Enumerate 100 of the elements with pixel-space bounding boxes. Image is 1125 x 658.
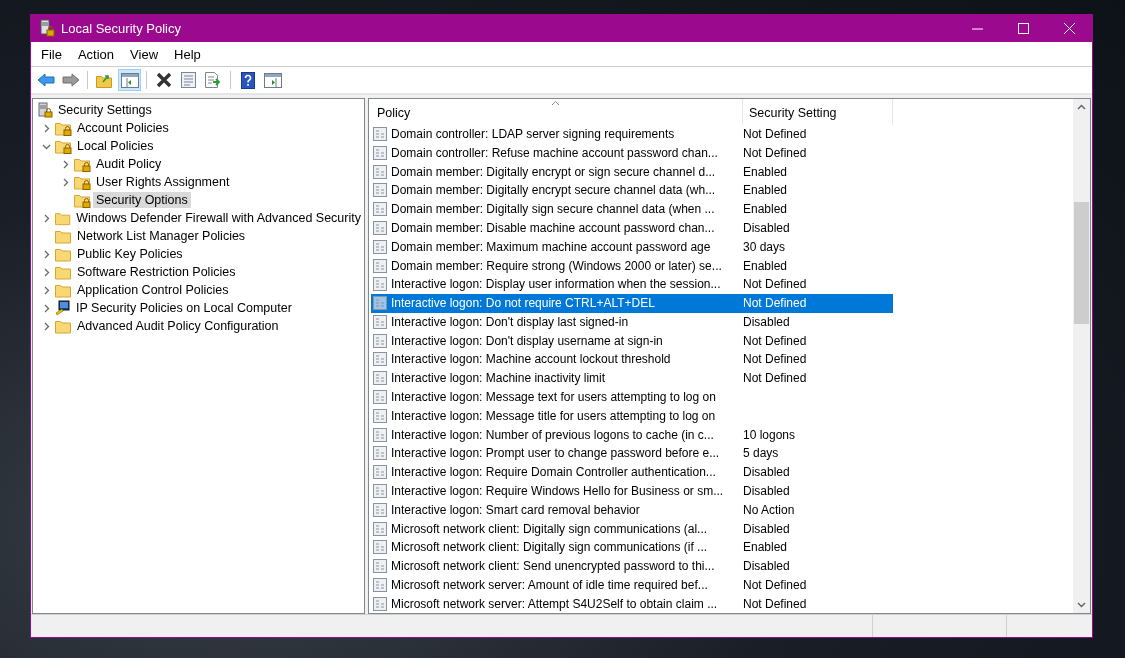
- policy-icon: [373, 408, 387, 423]
- table-row[interactable]: Domain controller: Refuse machine account password chan... Not Defined: [371, 143, 893, 163]
- policy-name: Microsoft network server: Attempt S4U2Self to obtain claim ...: [390, 596, 719, 611]
- policy-name: Domain member: Digitally sign secure channel data (when ...: [390, 202, 716, 217]
- table-row[interactable]: Domain member: Maximum machine account password age 30 days: [371, 237, 893, 257]
- security-setting: Not Defined: [742, 596, 808, 611]
- security-setting: Disabled: [742, 314, 791, 329]
- table-row[interactable]: Domain member: Digitally encrypt secure channel data (wh... Enabled: [371, 181, 893, 200]
- table-row[interactable]: Interactive logon: Require Domain Controller authentication... Disabled: [371, 462, 893, 482]
- scroll-thumb[interactable]: [1074, 202, 1089, 324]
- tree-item[interactable]: IP Security Policies on Local Computer: [73, 300, 295, 316]
- security-setting: Not Defined: [742, 127, 808, 142]
- policy-name: Microsoft network client: Digitally sign communications (if ...: [390, 540, 709, 555]
- vertical-scrollbar[interactable]: [1073, 99, 1090, 613]
- tree-item[interactable]: User Rights Assignment: [93, 174, 233, 190]
- policy-name: Domain controller: LDAP server signing requirements: [390, 127, 676, 142]
- policy-icon: [373, 446, 387, 461]
- tree-item[interactable]: Public Key Policies: [74, 246, 186, 262]
- folder-up-icon: [96, 72, 113, 88]
- properties-icon: [181, 72, 196, 88]
- table-row[interactable]: Interactive logon: Do not require CTRL+ALT+DEL Not Defined: [371, 293, 893, 313]
- security-setting: Disabled: [742, 483, 791, 498]
- tree-item[interactable]: Security Settings: [55, 102, 155, 118]
- policy-name: Interactive logon: Require Domain Controller authentication...: [390, 465, 717, 480]
- table-row[interactable]: Domain member: Digitally sign secure channel data (when ... Enabled: [371, 199, 893, 219]
- policy-icon: [373, 483, 387, 498]
- security-setting: Not Defined: [742, 333, 808, 348]
- tree-item[interactable]: Software Restriction Policies: [74, 264, 239, 280]
- policy-icon: [373, 465, 387, 480]
- policy-name: Domain member: Maximum machine account password age: [390, 239, 712, 254]
- table-row[interactable]: Interactive logon: Don't display last signed-in Disabled: [371, 312, 893, 332]
- computer-key-icon: [55, 300, 71, 316]
- table-row[interactable]: Microsoft network client: Digitally sign communications (al... Disabled: [371, 519, 893, 538]
- policy-icon: [373, 596, 387, 611]
- policy-icon: [373, 427, 387, 442]
- table-row[interactable]: Domain member: Digitally encrypt or sign secure channel d... Enabled: [371, 162, 893, 182]
- security-setting: Enabled: [742, 540, 789, 555]
- table-row[interactable]: Interactive logon: Number of previous logons to cache (in c... 10 logons: [371, 425, 893, 444]
- security-setting: Not Defined: [742, 577, 808, 592]
- table-row[interactable]: Interactive logon: Message text for users attempting to log on: [371, 387, 893, 407]
- menu-item[interactable]: Action: [69, 44, 123, 64]
- policy-name: Interactive logon: Display user information when the session...: [390, 277, 722, 292]
- menu-item[interactable]: View: [122, 44, 167, 64]
- security-setting: No Action: [742, 502, 796, 517]
- column-header[interactable]: Security Setting: [743, 99, 893, 125]
- column-header[interactable]: Policy: [371, 99, 743, 125]
- tree-item[interactable]: Advanced Audit Policy Configuration: [74, 318, 282, 334]
- policy-name: Interactive logon: Machine account lockout threshold: [390, 352, 672, 367]
- folder-lock-icon: [55, 120, 72, 136]
- menu-item[interactable]: File: [33, 44, 70, 64]
- policy-icon: [373, 296, 387, 311]
- policy-name: Domain controller: Refuse machine account password chan...: [390, 145, 719, 160]
- policy-icon: [373, 164, 387, 179]
- export-list-icon: [205, 72, 222, 88]
- table-row[interactable]: Microsoft network client: Digitally sign communications (if ... Enabled: [371, 537, 893, 557]
- tree-pane-icon: [120, 72, 139, 88]
- security-setting: Not Defined: [742, 352, 808, 367]
- tree-item[interactable]: Application Control Policies: [74, 282, 232, 298]
- table-row[interactable]: Interactive logon: Machine inactivity limit Not Defined: [371, 368, 893, 388]
- table-row[interactable]: Interactive logon: Display user information when the session... Not Defined: [371, 274, 893, 294]
- table-row[interactable]: Domain controller: LDAP server signing requirements Not Defined: [371, 124, 893, 144]
- forward-arrow-icon: [61, 73, 80, 87]
- policy-name: Microsoft network client: Send unencrypted password to thi...: [390, 559, 716, 574]
- folder-icon: [55, 318, 72, 334]
- security-setting: Enabled: [742, 183, 789, 198]
- tree-item[interactable]: Windows Defender Firewall with Advanced Security: [73, 210, 364, 226]
- table-row[interactable]: Interactive logon: Don't display username at sign-in Not Defined: [371, 331, 893, 351]
- policy-name: Domain member: Require strong (Windows 2000 or later) se...: [390, 258, 723, 273]
- table-row[interactable]: Interactive logon: Smart card removal behavior No Action: [371, 500, 893, 520]
- policy-icon: [373, 221, 387, 235]
- menu-item[interactable]: Help: [166, 44, 209, 64]
- policy-name: Domain member: Digitally encrypt or sign secure channel d...: [390, 164, 717, 179]
- table-row[interactable]: Microsoft network server: Amount of idle time required bef... Not Defined: [371, 575, 893, 595]
- security-setting: 10 logons: [742, 427, 797, 442]
- table-row[interactable]: Interactive logon: Message title for users attempting to log on: [371, 406, 893, 426]
- folder-icon: [55, 246, 72, 262]
- policy-icon: [373, 521, 387, 536]
- policy-icon: [373, 352, 387, 367]
- table-row[interactable]: Interactive logon: Machine account lockout threshold Not Defined: [371, 350, 893, 369]
- policy-name: Interactive logon: Message title for users attempting to log on: [390, 408, 717, 423]
- back-arrow-icon: [36, 73, 55, 87]
- table-row[interactable]: Microsoft network server: Attempt S4U2Self to obtain claim ... Not Defined: [371, 594, 893, 613]
- folder-lock-icon: [74, 156, 91, 172]
- policy-icon: [373, 127, 387, 142]
- tree-item[interactable]: Account Policies: [74, 120, 172, 136]
- tree-item[interactable]: Local Policies: [74, 138, 157, 154]
- policy-name: Interactive logon: Message text for users attempting to log on: [390, 390, 717, 405]
- policy-icon: [373, 239, 387, 254]
- table-row[interactable]: Interactive logon: Require Windows Hello for Business or sm... Disabled: [371, 481, 893, 501]
- security-setting: Disabled: [742, 559, 791, 574]
- policy-icon: [373, 577, 387, 592]
- table-row[interactable]: Domain member: Disable machine account password chan... Disabled: [371, 218, 893, 238]
- tree-item[interactable]: Audit Policy: [93, 156, 165, 172]
- table-row[interactable]: Domain member: Require strong (Windows 2000 or later) se... Enabled: [371, 256, 893, 275]
- tree-item[interactable]: Network List Manager Policies: [74, 228, 249, 244]
- policy-name: Microsoft network server: Amount of idle time required bef...: [390, 577, 709, 592]
- tree-item[interactable]: Security Options: [93, 192, 191, 208]
- table-row[interactable]: Microsoft network client: Send unencrypted password to thi... Disabled: [371, 556, 893, 576]
- table-row[interactable]: Interactive logon: Prompt user to change password before e... 5 days: [371, 444, 893, 463]
- policy-name: Interactive logon: Prompt user to change password before e...: [390, 446, 721, 461]
